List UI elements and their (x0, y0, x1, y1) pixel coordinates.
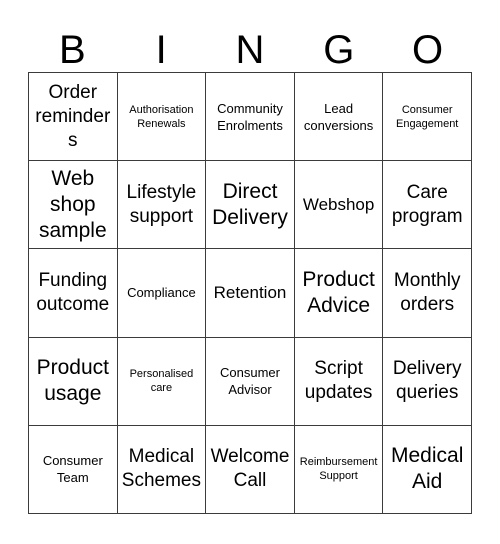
bingo-cell[interactable]: Consumer Advisor (206, 337, 295, 426)
bingo-cell[interactable]: Script updates (294, 337, 384, 426)
bingo-cell[interactable]: Product Advice (294, 249, 384, 338)
bingo-cell-label: Community Enrolments (217, 100, 283, 133)
bingo-cell[interactable]: Lead conversions (294, 73, 384, 162)
bingo-header-letter-n: N (235, 28, 265, 72)
bingo-cell[interactable]: Care program (383, 161, 472, 250)
bingo-cell-label: Reimbursement Support (299, 456, 378, 483)
bingo-cell[interactable]: Community Enrolments (206, 73, 295, 162)
bingo-cell-label: Monthly orders (393, 269, 461, 315)
bingo-cell-label: Consumer Advisor (220, 365, 280, 398)
bingo-cell[interactable]: Reimbursement Support (294, 425, 384, 514)
bingo-cell-label: Consumer Engagement (395, 103, 459, 130)
bingo-cell-label: Delivery queries (392, 358, 462, 404)
bingo-cell-label: Welcome Call (210, 446, 290, 492)
bingo-cell[interactable]: Direct Delivery (206, 161, 295, 250)
bingo-cell-label: Authorisation Renewals (129, 103, 194, 130)
bingo-cell-label: Care program (391, 181, 463, 227)
bingo-header-letter-o: O (412, 28, 444, 72)
bingo-header-letter-g: G (323, 28, 355, 72)
bingo-cell-label: Web shop sample (38, 166, 107, 242)
bingo-cell-label: Product usage (36, 356, 109, 406)
bingo-cell-label: Retention (213, 282, 287, 302)
bingo-card: B I N G O Order reminders Authorisation R… (0, 0, 500, 544)
bingo-cell-label: Medical Schemes (121, 446, 201, 492)
bingo-cell[interactable]: Funding outcome (29, 249, 118, 338)
bingo-cell-label: Webshop (302, 194, 375, 214)
bingo-grid: Order reminders Authorisation Renewals Com… (28, 72, 472, 514)
bingo-cell[interactable]: Medical Aid (383, 425, 472, 514)
bingo-cell-label: Compliance (127, 285, 196, 301)
bingo-cell[interactable]: Retention (206, 249, 295, 338)
bingo-cell[interactable]: Welcome Call (206, 425, 295, 514)
bingo-cell[interactable]: Delivery queries (383, 337, 472, 426)
bingo-cell[interactable]: Lifestyle support (117, 161, 207, 250)
bingo-cell-label: Direct Delivery (212, 179, 288, 229)
bingo-header: B I N G O (28, 22, 472, 72)
bingo-cell-label: Medical Aid (391, 444, 464, 494)
bingo-cell-label: Product Advice (302, 267, 375, 317)
bingo-cell[interactable]: Order reminders (29, 73, 118, 162)
bingo-cell[interactable]: Product usage (29, 337, 118, 426)
bingo-cell-label: Consumer Team (42, 453, 103, 486)
bingo-cell-label: Order reminders (35, 81, 111, 151)
bingo-header-letter-b: B (59, 28, 86, 72)
bingo-cell-label: Lead conversions (303, 100, 374, 133)
bingo-cell[interactable]: Authorisation Renewals (117, 73, 207, 162)
bingo-cell-label: Script updates (304, 358, 373, 404)
bingo-cell[interactable]: Consumer Engagement (383, 73, 472, 162)
bingo-cell[interactable]: Web shop sample (29, 161, 118, 250)
bingo-header-letter-i: I (155, 28, 167, 72)
bingo-cell[interactable]: Webshop (294, 161, 384, 250)
bingo-cell-label: Personalised care (129, 368, 194, 395)
bingo-cell[interactable]: Consumer Team (29, 425, 118, 514)
bingo-cell[interactable]: Personalised care (117, 337, 207, 426)
bingo-cell[interactable]: Compliance (117, 249, 207, 338)
bingo-cell[interactable]: Medical Schemes (117, 425, 207, 514)
bingo-cell-label: Funding outcome (36, 269, 110, 315)
bingo-cell[interactable]: Monthly orders (383, 249, 472, 338)
bingo-cell-label: Lifestyle support (126, 181, 197, 227)
